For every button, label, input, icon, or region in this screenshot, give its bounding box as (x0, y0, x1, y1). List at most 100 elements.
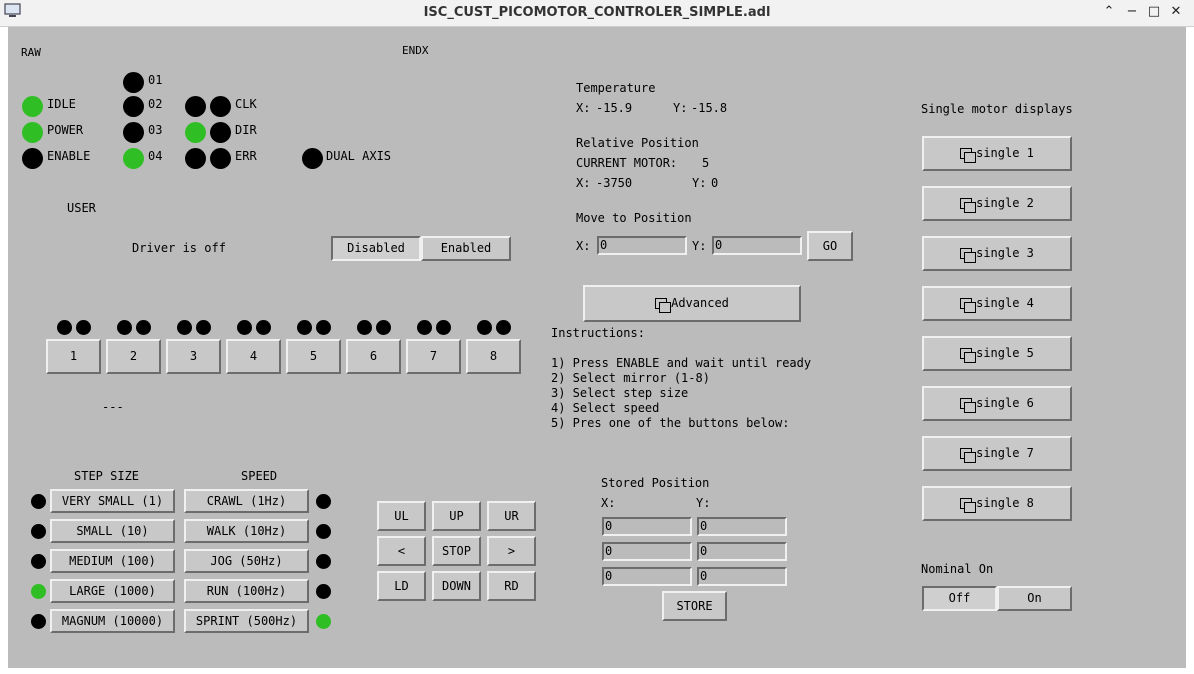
jog-ul-button[interactable]: UL (377, 501, 426, 531)
window-title: ISC_CUST_PICOMOTOR_CONTROLER_SIMPLE.adl (423, 5, 771, 20)
single-6-button[interactable]: single 6 (922, 386, 1072, 421)
step-large-button[interactable]: LARGE (1000) (50, 579, 175, 603)
speed-heading: SPEED (241, 469, 278, 483)
stored-position-heading: Stored Position (601, 476, 710, 490)
stored-x-field[interactable]: 0 (602, 567, 692, 586)
clk-led-b (210, 96, 231, 117)
motor-4-led-b (256, 320, 271, 335)
jog-ld-button[interactable]: LD (377, 571, 426, 601)
jog-stop-button[interactable]: STOP (432, 536, 481, 566)
stored-y-field[interactable]: 0 (697, 542, 787, 561)
move-y-input[interactable]: 0 (712, 236, 802, 255)
disabled-button[interactable]: Disabled (331, 236, 421, 261)
motor-3-button[interactable]: 3 (166, 339, 221, 374)
stored-x-label: X: (601, 496, 616, 510)
advanced-button[interactable]: Advanced (583, 285, 801, 322)
instruction-line: 3) Select step size (551, 386, 689, 400)
dual-axis-led (302, 148, 323, 169)
channel-01-led (123, 72, 144, 93)
step-very-small-button[interactable]: VERY SMALL (1) (50, 489, 175, 513)
channel-03-label: 03 (148, 123, 163, 137)
single-8-button[interactable]: single 8 (922, 486, 1072, 521)
motor-8-button[interactable]: 8 (466, 339, 521, 374)
channel-03-led (123, 122, 144, 143)
speed-jog-button[interactable]: JOG (50Hz) (184, 549, 309, 573)
speed-run-button[interactable]: RUN (100Hz) (184, 579, 309, 603)
step-large-led (31, 584, 46, 599)
step-medium-led (31, 554, 46, 569)
speed-sprint-led (316, 614, 331, 629)
move-x-label: X: (576, 239, 591, 253)
motor-5-button[interactable]: 5 (286, 339, 341, 374)
user-heading: USER (67, 201, 96, 215)
jog-ur-button[interactable]: UR (487, 501, 536, 531)
step-small-button[interactable]: SMALL (10) (50, 519, 175, 543)
single-3-button[interactable]: single 3 (922, 236, 1072, 271)
chevron-up-icon[interactable]: ⌃ (1101, 4, 1117, 20)
current-motor-value: 5 (702, 156, 710, 170)
channel-02-led (123, 96, 144, 117)
stored-x-field[interactable]: 0 (602, 542, 692, 561)
motor-1-led-a (57, 320, 72, 335)
temperature-x-label: X: (576, 101, 591, 115)
related-display-icon (960, 147, 977, 163)
motor-3-led-b (196, 320, 211, 335)
idle-label: IDLE (47, 97, 76, 111)
maximize-icon[interactable]: □ (1146, 4, 1162, 20)
step-magnum-led (31, 614, 46, 629)
power-led (22, 122, 43, 143)
stored-x-field[interactable]: 0 (602, 517, 692, 536)
motor-1-button[interactable]: 1 (46, 339, 101, 374)
single-1-button[interactable]: single 1 (922, 136, 1072, 171)
relative-x-value: -3750 (596, 176, 633, 190)
single-4-button[interactable]: single 4 (922, 286, 1072, 321)
step-medium-button[interactable]: MEDIUM (100) (50, 549, 175, 573)
stored-y-field[interactable]: 0 (697, 567, 787, 586)
instruction-line: 4) Select speed (551, 401, 660, 415)
related-display-icon (655, 297, 672, 313)
motor-4-button[interactable]: 4 (226, 339, 281, 374)
speed-walk-button[interactable]: WALK (10Hz) (184, 519, 309, 543)
related-display-icon (960, 347, 977, 363)
jog-down-button[interactable]: DOWN (432, 571, 481, 601)
motor-5-led-a (297, 320, 312, 335)
related-display-icon (960, 447, 977, 463)
clk-led-a (185, 96, 206, 117)
nominal-off-button[interactable]: Off (922, 586, 997, 611)
clk-label: CLK (235, 97, 257, 111)
channel-02-label: 02 (148, 97, 163, 111)
minimize-icon[interactable]: − (1124, 4, 1140, 20)
temperature-y-label: Y: (673, 101, 688, 115)
jog-rd-button[interactable]: RD (487, 571, 536, 601)
single-7-button[interactable]: single 7 (922, 436, 1072, 471)
relative-y-label: Y: (692, 176, 707, 190)
motor-7-button[interactable]: 7 (406, 339, 461, 374)
motor-6-button[interactable]: 6 (346, 339, 401, 374)
speed-sprint-button[interactable]: SPRINT (500Hz) (184, 609, 309, 633)
dir-led-b (210, 122, 231, 143)
step-size-heading: STEP SIZE (74, 469, 140, 483)
channel-04-led (123, 148, 144, 169)
close-icon[interactable]: ✕ (1168, 4, 1184, 20)
related-display-icon (960, 197, 977, 213)
store-button[interactable]: STORE (662, 591, 727, 621)
motor-2-button[interactable]: 2 (106, 339, 161, 374)
step-small-led (31, 524, 46, 539)
jog-up-button[interactable]: UP (432, 501, 481, 531)
jog-right-button[interactable]: > (487, 536, 536, 566)
single-5-button[interactable]: single 5 (922, 336, 1072, 371)
power-label: POWER (47, 123, 84, 137)
go-button[interactable]: GO (807, 231, 853, 261)
step-magnum-button[interactable]: MAGNUM (10000) (50, 609, 175, 633)
enabled-button[interactable]: Enabled (421, 236, 511, 261)
speed-crawl-button[interactable]: CRAWL (1Hz) (184, 489, 309, 513)
speed-run-led (316, 584, 331, 599)
move-to-position-heading: Move to Position (576, 211, 692, 225)
move-y-label: Y: (692, 239, 707, 253)
single-2-button[interactable]: single 2 (922, 186, 1072, 221)
nominal-on-button[interactable]: On (997, 586, 1072, 611)
stored-y-field[interactable]: 0 (697, 517, 787, 536)
jog-left-button[interactable]: < (377, 536, 426, 566)
move-x-input[interactable]: 0 (597, 236, 687, 255)
relative-x-label: X: (576, 176, 591, 190)
